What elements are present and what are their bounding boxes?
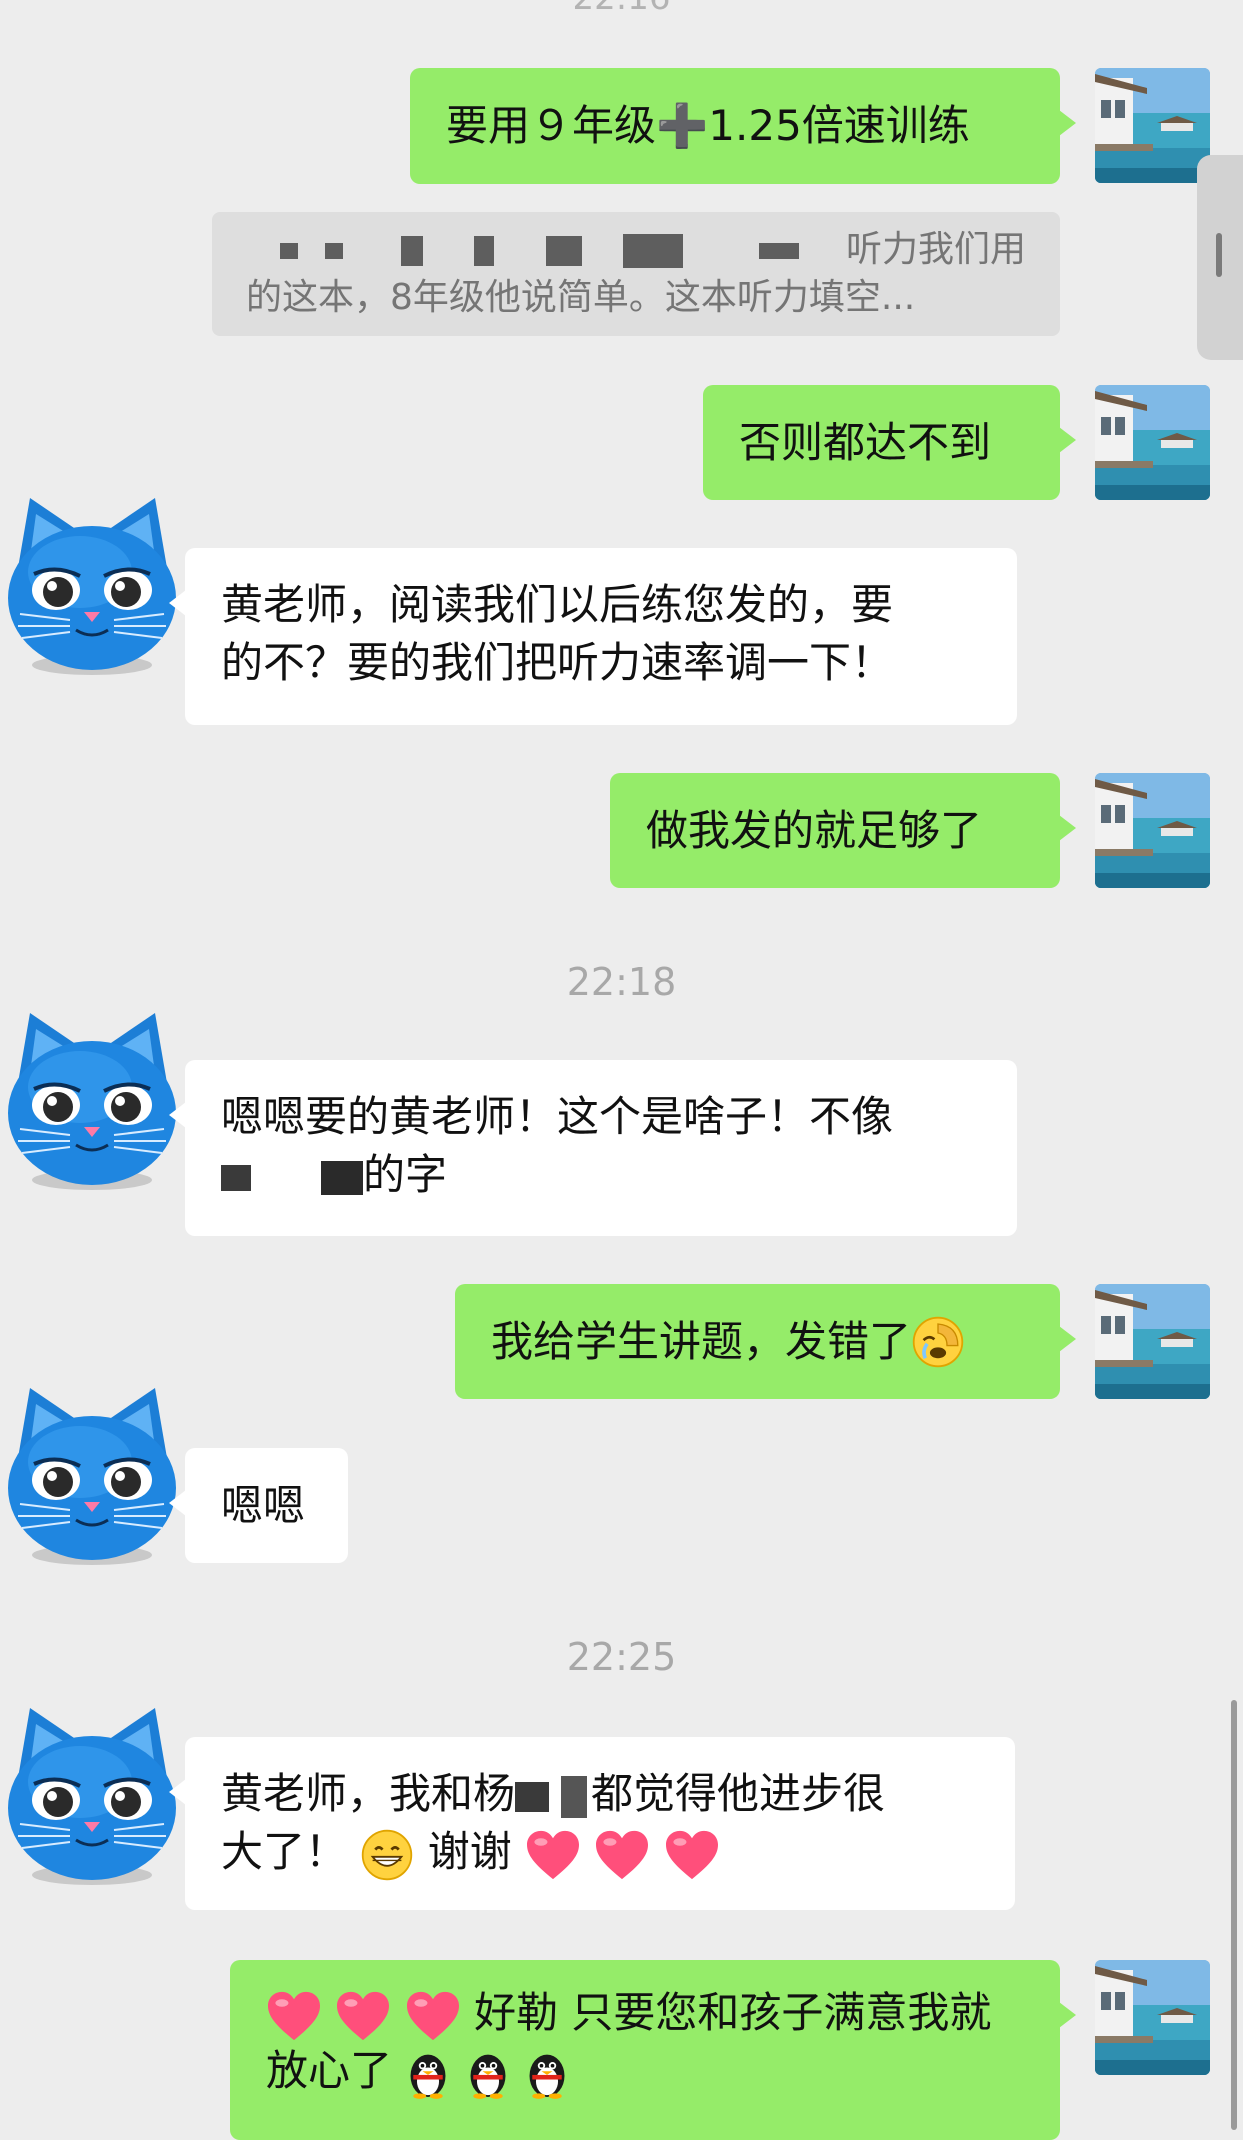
heart-emoji-icon xyxy=(594,1829,650,1881)
contact-avatar[interactable] xyxy=(0,490,185,680)
resort-photo-avatar-icon xyxy=(1095,385,1210,500)
quote-text: 听力我们用 xyxy=(845,229,1026,270)
self-avatar[interactable] xyxy=(1095,68,1210,183)
message-text: 我给学生讲题，发错了 xyxy=(491,1316,912,1366)
heart-emoji-icon xyxy=(525,1829,581,1881)
message-bubble-outgoing[interactable]: 我给学生讲题，发错了 xyxy=(455,1284,1076,1399)
message-bubble-incoming[interactable]: 嗯嗯 xyxy=(169,1448,348,1563)
side-pull-tab[interactable] xyxy=(1197,155,1243,360)
blue-cat-avatar-icon xyxy=(0,1380,185,1570)
message-bubble-outgoing[interactable]: 好勒 只要您和孩子满意我就 放心了 xyxy=(230,1960,1076,2140)
mosaic-redaction xyxy=(758,243,799,259)
quote-text: 的这本，8年级他说简单 xyxy=(246,277,629,318)
message-text: 要用９年级➕1.25倍速训练 xyxy=(446,101,970,150)
blue-cat-avatar-icon xyxy=(0,1005,185,1195)
message-bubble-outgoing[interactable]: 做我发的就足够了 xyxy=(610,773,1076,888)
mosaic-redaction xyxy=(623,234,684,268)
mosaic-redaction xyxy=(325,243,344,259)
message-text: 否则都达不到 xyxy=(739,417,992,467)
message-text: 做我发的就足够了 xyxy=(646,805,983,855)
grin-emoji-icon xyxy=(360,1828,414,1882)
message-text: 黄老师，我和杨 xyxy=(221,1769,516,1818)
mosaic-redaction xyxy=(221,1164,251,1191)
message-text-line: 的不？要的我们把听力速率调一下！ xyxy=(221,638,894,687)
self-avatar[interactable] xyxy=(1095,773,1210,888)
self-avatar[interactable] xyxy=(1095,385,1210,500)
blue-cat-avatar-icon xyxy=(0,1700,185,1890)
message-text: 好勒 只要您和孩子满意我就 xyxy=(474,1988,992,2037)
resort-photo-avatar-icon xyxy=(1095,1960,1210,2075)
mosaic-redaction xyxy=(400,236,423,266)
heart-emoji-icon xyxy=(335,1990,391,2042)
penguin-emoji-icon xyxy=(524,2048,570,2100)
mosaic-redaction xyxy=(561,1775,588,1818)
resort-photo-avatar-icon xyxy=(1095,773,1210,888)
message-text-line: 嗯嗯要的黄老师！这个是啥子！不像 xyxy=(221,1092,894,1141)
mosaic-redaction xyxy=(545,236,582,266)
message-text: 嗯嗯 xyxy=(221,1480,306,1530)
message-bubble-incoming[interactable]: 黄老师，阅读我们以后练您发的，要 的不？要的我们把听力速率调一下！ xyxy=(169,548,1017,725)
timestamp: 22:25 xyxy=(566,1635,677,1679)
mosaic-redaction xyxy=(515,1781,550,1812)
resort-photo-avatar-icon xyxy=(1095,1284,1210,1399)
heart-emoji-icon xyxy=(664,1829,720,1881)
mosaic-redaction xyxy=(321,1160,363,1195)
contact-avatar[interactable] xyxy=(0,1700,185,1890)
message-text: 大了！ xyxy=(221,1827,348,1876)
mosaic-redaction xyxy=(474,236,495,266)
message-text: 的字 xyxy=(363,1150,448,1199)
timestamp-cut: 22:16 xyxy=(0,0,1243,18)
penguin-emoji-icon xyxy=(465,2048,511,2100)
message-text: 都觉得他进步很 xyxy=(591,1769,886,1818)
message-text: 谢谢 xyxy=(427,1827,512,1876)
message-text-line: 黄老师，阅读我们以后练您发的，要 xyxy=(221,580,894,629)
contact-avatar[interactable] xyxy=(0,1005,185,1195)
message-bubble-incoming[interactable]: 黄老师，我和杨 都觉得他进步很 大了！ 谢谢 xyxy=(169,1737,1015,1910)
quoted-message[interactable]: 听力我们用 的这本，8年级他说简单。这本听力填空... xyxy=(212,212,1060,336)
quote-text: 。这本听力填空... xyxy=(628,277,916,318)
message-bubble-incoming[interactable]: 嗯嗯要的黄老师！这个是啥子！不像 的字 xyxy=(169,1060,1017,1236)
penguin-emoji-icon xyxy=(405,2048,451,2100)
resort-photo-avatar-icon xyxy=(1095,68,1210,183)
mosaic-redaction xyxy=(279,243,298,259)
facepalm-emoji-icon xyxy=(911,1315,965,1369)
message-bubble-outgoing[interactable]: 否则都达不到 xyxy=(703,385,1076,500)
self-avatar[interactable] xyxy=(1095,1960,1210,2075)
message-bubble-outgoing[interactable]: 要用９年级➕1.25倍速训练 xyxy=(410,68,1076,184)
message-text: 放心了 xyxy=(266,2046,393,2095)
heart-emoji-icon xyxy=(266,1990,322,2042)
self-avatar[interactable] xyxy=(1095,1284,1210,1399)
blue-cat-avatar-icon xyxy=(0,490,185,680)
timestamp: 22:18 xyxy=(566,960,677,1004)
heart-emoji-icon xyxy=(405,1990,461,2042)
contact-avatar[interactable] xyxy=(0,1380,185,1570)
scrollbar[interactable] xyxy=(1231,1700,1237,2130)
